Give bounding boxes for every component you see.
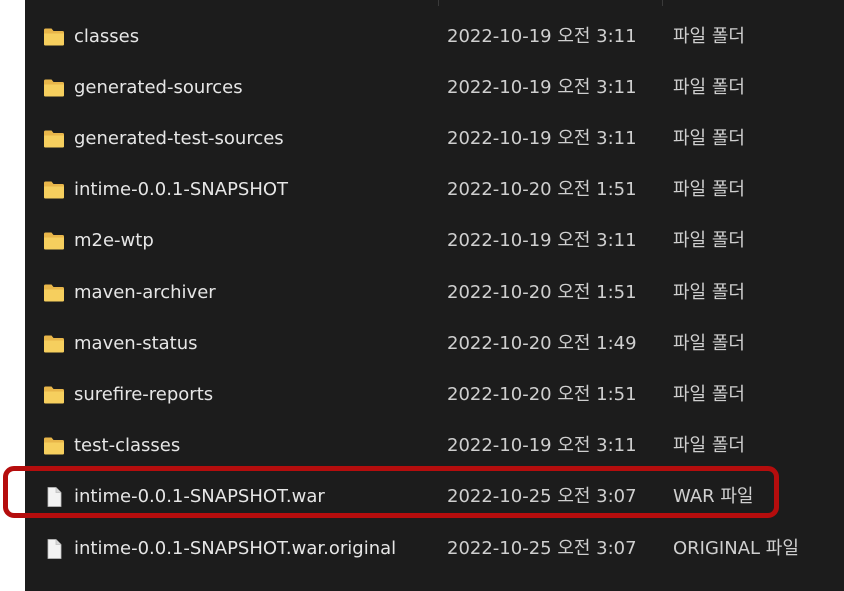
file-type: 파일 폴더 xyxy=(673,435,745,456)
list-item[interactable]: generated-test-sources 2022-10-19 오전 3:1… xyxy=(25,113,844,164)
file-modified-date: 2022-10-19 오전 3:11 xyxy=(447,435,637,456)
list-item[interactable]: surefire-reports 2022-10-20 오전 1:51 파일 폴… xyxy=(25,369,844,420)
file-name[interactable]: classes xyxy=(74,11,139,62)
file-type: 파일 폴더 xyxy=(673,384,745,405)
file-name[interactable]: generated-sources xyxy=(74,62,243,113)
file-modified-date: 2022-10-20 오전 1:51 xyxy=(447,384,637,405)
list-item[interactable]: m2e-wtp 2022-10-19 오전 3:11 파일 폴더 xyxy=(25,215,844,266)
file-name[interactable]: maven-status xyxy=(74,318,198,369)
folder-icon xyxy=(44,437,64,455)
file-type: WAR 파일 xyxy=(673,486,754,507)
folder-icon xyxy=(44,130,64,148)
folder-icon xyxy=(44,232,64,250)
file-name[interactable]: m2e-wtp xyxy=(74,215,154,266)
column-separator[interactable] xyxy=(662,0,663,6)
list-item[interactable]: intime-0.0.1-SNAPSHOT.war 2022-10-25 오전 … xyxy=(25,471,844,522)
file-modified-date: 2022-10-20 오전 1:51 xyxy=(447,179,637,200)
list-item[interactable]: intime-0.0.1-SNAPSHOT 2022-10-20 오전 1:51… xyxy=(25,164,844,215)
file-modified-date: 2022-10-19 오전 3:11 xyxy=(447,26,637,47)
file-icon xyxy=(47,539,62,559)
file-modified-date: 2022-10-19 오전 3:11 xyxy=(447,77,637,98)
file-name[interactable]: test-classes xyxy=(74,420,180,471)
file-type: 파일 폴더 xyxy=(673,179,745,200)
file-modified-date: 2022-10-20 오전 1:51 xyxy=(447,282,637,303)
file-name[interactable]: generated-test-sources xyxy=(74,113,284,164)
file-name[interactable]: maven-archiver xyxy=(74,267,216,318)
file-modified-date: 2022-10-25 오전 3:07 xyxy=(447,486,637,507)
column-separator[interactable] xyxy=(438,0,439,6)
list-item[interactable]: maven-status 2022-10-20 오전 1:49 파일 폴더 xyxy=(25,318,844,369)
list-item[interactable]: classes 2022-10-19 오전 3:11 파일 폴더 xyxy=(25,11,844,62)
file-name[interactable]: intime-0.0.1-SNAPSHOT.war xyxy=(74,471,325,522)
file-modified-date: 2022-10-25 오전 3:07 xyxy=(447,538,637,559)
list-item[interactable]: intime-0.0.1-SNAPSHOT.war.original 2022-… xyxy=(25,523,844,574)
folder-icon xyxy=(44,79,64,97)
folder-icon xyxy=(44,284,64,302)
list-item[interactable]: test-classes 2022-10-19 오전 3:11 파일 폴더 xyxy=(25,420,844,471)
folder-icon xyxy=(44,181,64,199)
file-modified-date: 2022-10-19 오전 3:11 xyxy=(447,128,637,149)
file-type: 파일 폴더 xyxy=(673,26,745,47)
folder-icon xyxy=(44,386,64,404)
file-modified-date: 2022-10-19 오전 3:11 xyxy=(447,230,637,251)
list-item[interactable]: generated-sources 2022-10-19 오전 3:11 파일 … xyxy=(25,62,844,113)
folder-icon xyxy=(44,335,64,353)
list-item[interactable]: maven-archiver 2022-10-20 오전 1:51 파일 폴더 xyxy=(25,267,844,318)
file-type: 파일 폴더 xyxy=(673,282,745,303)
file-type: 파일 폴더 xyxy=(673,333,745,354)
folder-icon xyxy=(44,28,64,46)
file-type: ORIGINAL 파일 xyxy=(673,538,799,559)
file-name[interactable]: intime-0.0.1-SNAPSHOT xyxy=(74,164,288,215)
file-name[interactable]: intime-0.0.1-SNAPSHOT.war.original xyxy=(74,523,396,574)
file-type: 파일 폴더 xyxy=(673,77,745,98)
file-icon xyxy=(47,487,62,507)
file-modified-date: 2022-10-20 오전 1:49 xyxy=(447,333,637,354)
file-name[interactable]: surefire-reports xyxy=(74,369,213,420)
file-type: 파일 폴더 xyxy=(673,128,745,149)
file-type: 파일 폴더 xyxy=(673,230,745,251)
